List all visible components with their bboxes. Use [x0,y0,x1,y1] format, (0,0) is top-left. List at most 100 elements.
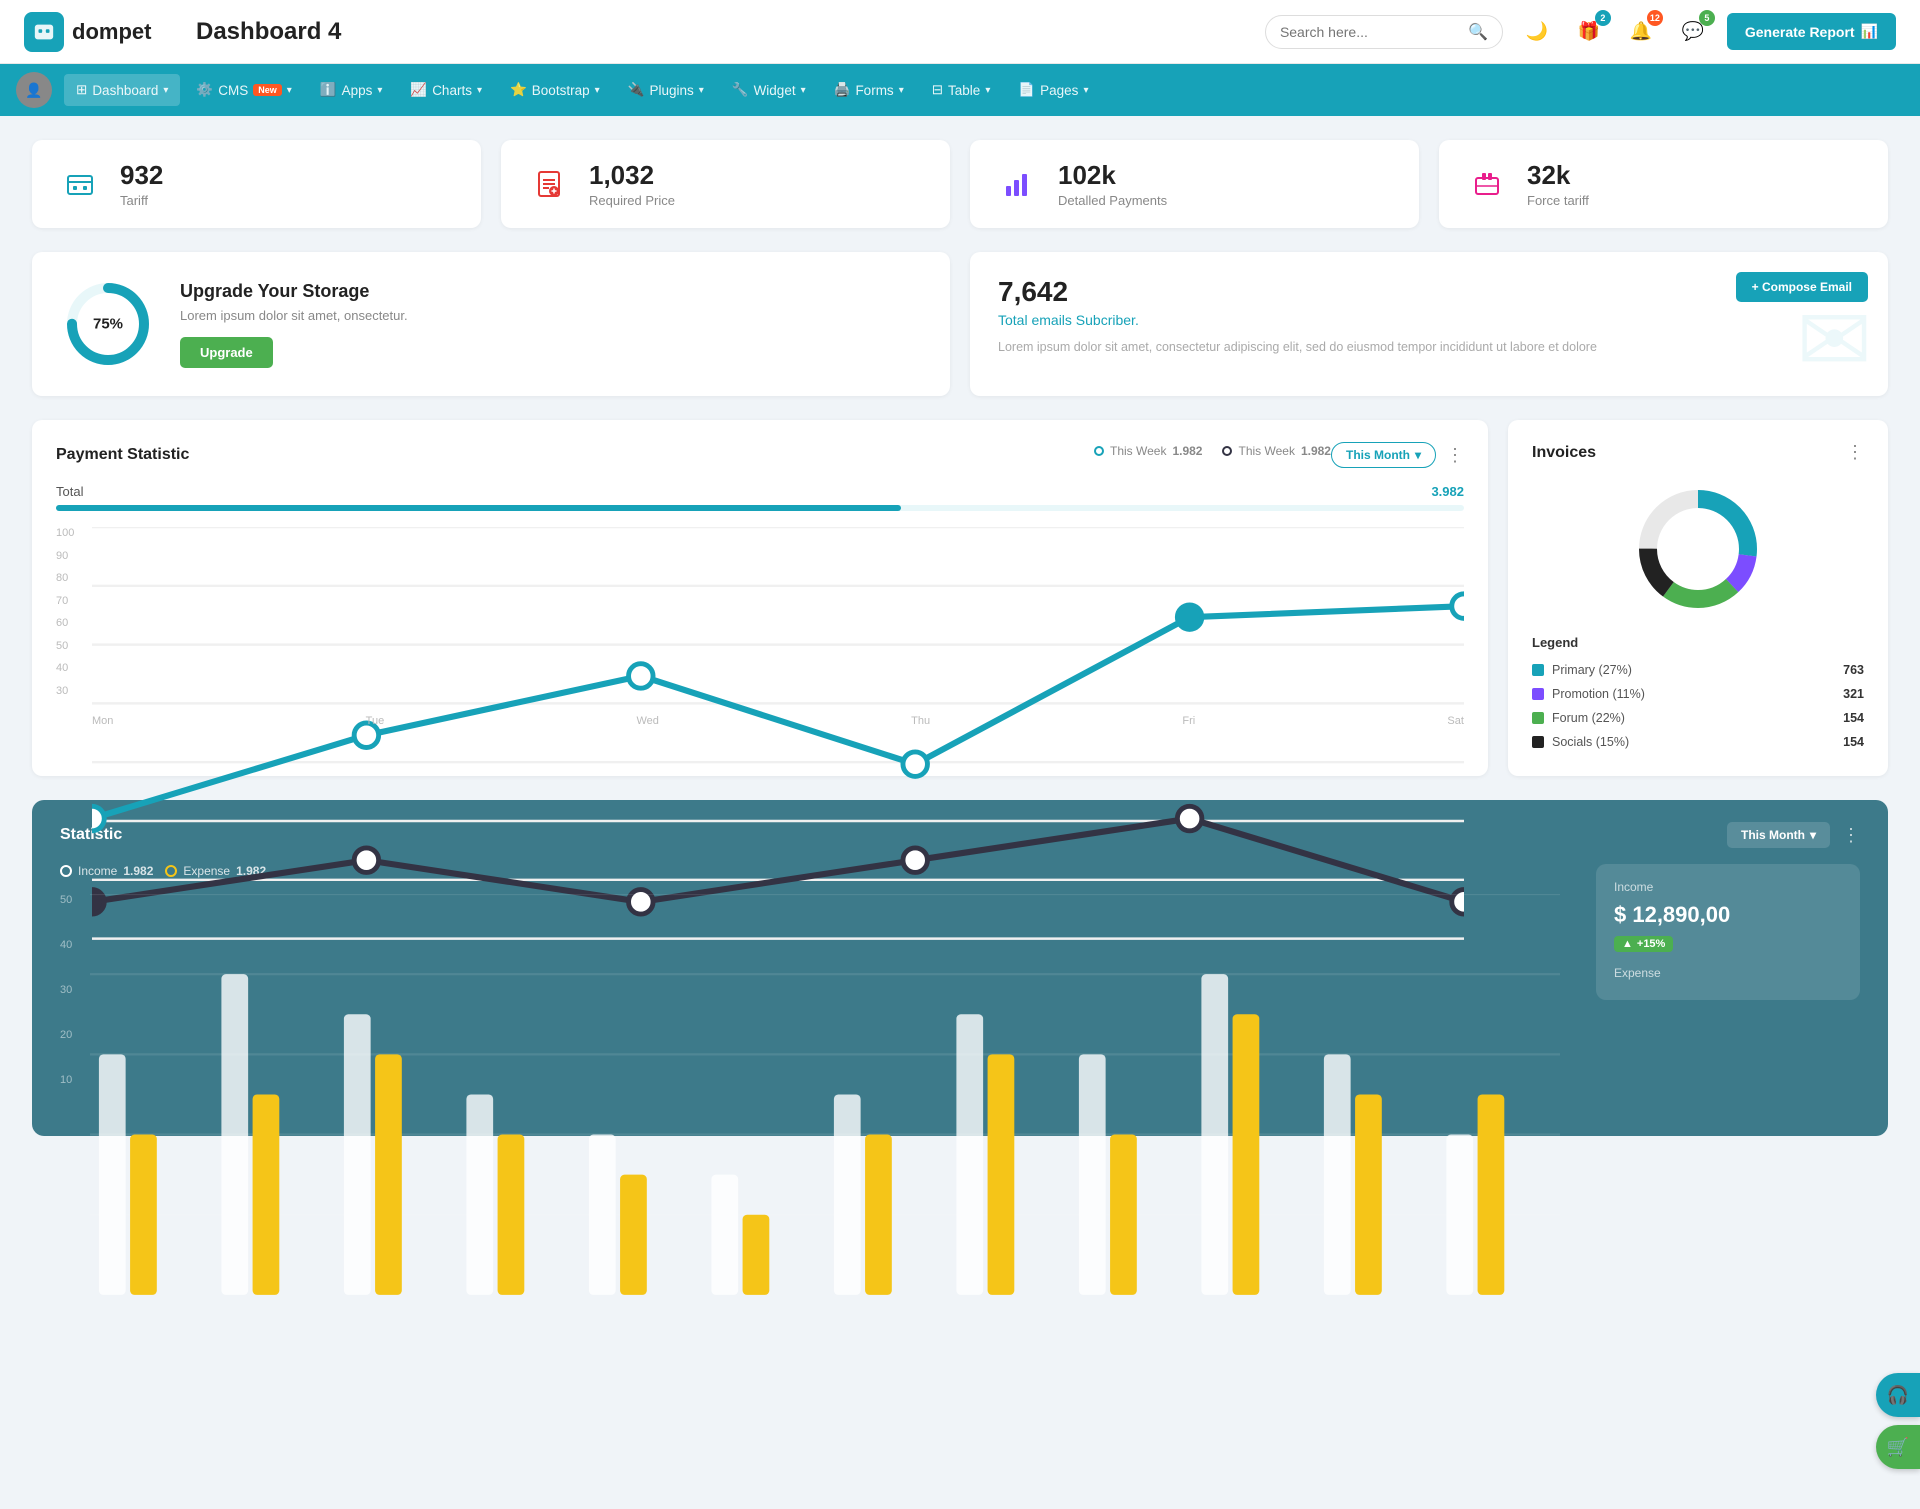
socials-label: Socials (15%) [1552,735,1629,749]
tariff-label: Tariff [120,193,163,208]
search-input[interactable] [1280,24,1460,40]
tariff-icon [56,160,104,208]
navbar: 👤 ⊞ Dashboard ▾ ⚙️ CMS New ▾ ℹ️ Apps ▾ 📈… [0,64,1920,116]
more-options-button[interactable]: ⋮ [1446,445,1464,466]
nav-item-cms[interactable]: ⚙️ CMS New ▾ [184,74,303,106]
gift-btn[interactable]: 🎁 2 [1571,14,1607,50]
storage-card: 75% Upgrade Your Storage Lorem ipsum dol… [32,252,950,396]
statistic-this-month-button[interactable]: This Month ▾ [1727,822,1830,848]
nav-item-table[interactable]: ⊟ Table ▾ [920,74,1003,106]
nav-item-bootstrap[interactable]: ⭐ Bootstrap ▾ [498,74,612,106]
chat-badge: 5 [1699,10,1715,26]
chevron-down-icon-month: ▾ [1415,448,1421,462]
storage-info: Upgrade Your Storage Lorem ipsum dolor s… [180,281,408,368]
total-label: Total [56,484,83,499]
legend-value-1: 1.982 [1172,444,1202,458]
expense-box-label: Expense [1614,966,1842,980]
payment-legend: This Week 1.982 This Week 1.982 [1094,444,1331,458]
email-card: 7,642 Total emails Subcriber. Lorem ipsu… [970,252,1888,396]
forum-label: Forum (22%) [1552,711,1625,725]
legend-dot-dark [1222,446,1232,456]
generate-report-button[interactable]: Generate Report 📊 [1727,13,1896,50]
statistic-right-panel: Income $ 12,890,00 ▲ +15% Expense [1580,864,1860,1114]
dashboard-icon: ⊞ [76,82,87,98]
total-value: 3.982 [1431,484,1464,499]
promotion-color-swatch [1532,688,1544,700]
stat-info-detailed-payments: 102k Detalled Payments [1058,160,1167,208]
legend-value-2: 1.982 [1301,444,1331,458]
invoices-legend: Legend Primary (27%) 763 Promotion (11%)… [1532,635,1864,754]
invoices-header: Invoices ⋮ [1532,442,1864,463]
moon-icon: 🌙 [1526,21,1548,42]
detailed-payments-icon [994,160,1042,208]
logo[interactable]: dompet [24,12,164,52]
email-subscriber-count: 7,642 [998,276,1860,308]
nav-item-dashboard[interactable]: ⊞ Dashboard ▾ [64,74,180,106]
promotion-label: Promotion (11%) [1552,687,1645,701]
invoices-card: Invoices ⋮ [1508,420,1888,776]
email-desc: Lorem ipsum dolor sit amet, consectetur … [998,338,1860,357]
socials-value: 154 [1843,735,1864,749]
nav-item-forms[interactable]: 🖨️ Forms ▾ [822,74,916,106]
required-price-value: 1,032 [589,160,675,191]
invoices-donut [1532,479,1864,619]
nav-avatar: 👤 [16,72,52,108]
income-box: Income $ 12,890,00 ▲ +15% Expense [1596,864,1860,1000]
stat-card-detailed-payments: 102k Detalled Payments [970,140,1419,228]
legend-dot-teal [1094,446,1104,456]
line-chart-svg [92,527,1464,944]
payment-statistic-card: Payment Statistic This Week 1.982 This W… [32,420,1488,776]
gift-badge: 2 [1595,10,1611,26]
income-change-badge: ▲ +15% [1614,936,1673,952]
email-bg-icon: ✉ [1797,296,1872,386]
stat-card-force-tariff: 32k Force tariff [1439,140,1888,228]
storage-desc: Lorem ipsum dolor sit amet, onsectetur. [180,308,408,323]
bell-btn[interactable]: 🔔 12 [1623,14,1659,50]
invoices-more-options[interactable]: ⋮ [1846,442,1864,463]
legend-item-1: This Week 1.982 [1094,444,1203,458]
upgrade-button[interactable]: Upgrade [180,337,273,368]
this-month-button[interactable]: This Month ▾ [1331,442,1436,468]
chat-btn[interactable]: 💬 5 [1675,14,1711,50]
nav-table-label: Table [948,83,980,98]
bar-y-labels: 50 40 30 20 10 [60,894,84,1086]
detailed-payments-value: 102k [1058,160,1167,191]
moon-btn[interactable]: 🌙 [1519,14,1555,50]
forum-value: 154 [1843,711,1864,725]
nav-forms-label: Forms [855,83,893,98]
nav-item-widget[interactable]: 🔧 Widget ▾ [720,74,818,106]
chevron-down-icon-table: ▾ [985,85,990,96]
nav-item-apps[interactable]: ℹ️ Apps ▾ [308,74,395,106]
storage-title: Upgrade Your Storage [180,281,408,302]
bell-icon: 🔔 [1630,21,1652,42]
force-tariff-label: Force tariff [1527,193,1589,208]
chevron-down-icon-widget: ▾ [801,85,806,96]
cart-float-button[interactable]: 🛒 [1876,1425,1920,1469]
bar-chart-icon: 📊 [1861,23,1878,40]
mid-row: 75% Upgrade Your Storage Lorem ipsum dol… [32,252,1888,396]
nav-item-plugins[interactable]: 🔌 Plugins ▾ [616,74,716,106]
generate-report-label: Generate Report [1745,24,1855,40]
chart-y-labels: 100 90 80 70 60 50 40 30 [56,527,84,697]
nav-item-charts[interactable]: 📈 Charts ▾ [398,74,494,106]
bootstrap-icon: ⭐ [510,82,527,98]
float-buttons: 🎧 🛒 [1876,1373,1920,1469]
nav-item-pages[interactable]: 📄 Pages ▾ [1006,74,1100,106]
arrow-up-icon: ▲ [1622,938,1633,950]
support-float-button[interactable]: 🎧 [1876,1373,1920,1417]
income-box-value: $ 12,890,00 [1614,902,1842,928]
forum-color-swatch [1532,712,1544,724]
stat-card-required-price: 1,032 Required Price [501,140,950,228]
legend-row-promotion: Promotion (11%) 321 [1532,682,1864,706]
payment-header: Payment Statistic This Week 1.982 This W… [56,442,1464,468]
statistic-more-options[interactable]: ⋮ [1842,825,1860,846]
logo-icon [24,12,64,52]
legend-row-primary: Primary (27%) 763 [1532,658,1864,682]
payment-progress-inner [56,505,901,511]
storage-percent-label: 75% [93,316,123,333]
force-tariff-value: 32k [1527,160,1589,191]
bell-badge: 12 [1647,10,1663,26]
headset-icon: 🎧 [1887,1385,1909,1406]
search-box[interactable]: 🔍 [1265,15,1503,49]
promotion-value: 321 [1843,687,1864,701]
